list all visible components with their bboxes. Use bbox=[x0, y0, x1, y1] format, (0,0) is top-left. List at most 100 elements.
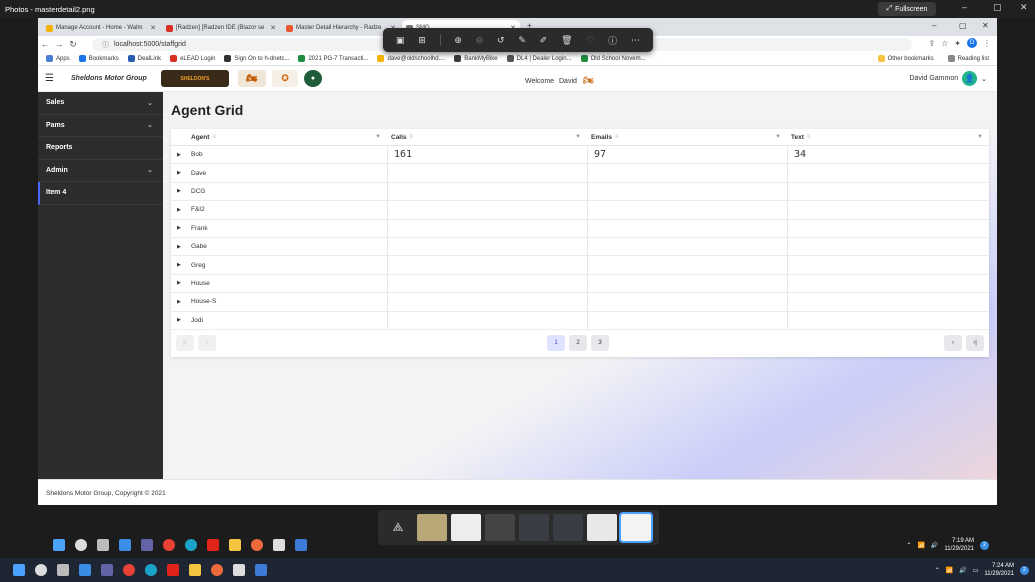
sidebar-item-item-4[interactable]: Item 4 bbox=[38, 182, 163, 205]
forward-icon[interactable]: → bbox=[52, 39, 66, 49]
sidebar-item-admin[interactable]: Admin ⌄ bbox=[38, 160, 163, 182]
chat-icon[interactable] bbox=[101, 564, 113, 576]
sidebar-item-pams[interactable]: Pams ⌄ bbox=[38, 115, 163, 137]
start-icon[interactable] bbox=[53, 539, 65, 551]
info-icon[interactable]: ⓘ bbox=[608, 34, 617, 47]
wifi-icon[interactable]: 📶 bbox=[946, 567, 953, 574]
table-row[interactable]: ▶ House-S bbox=[171, 293, 989, 312]
fullscreen-button[interactable]: ⤢ Fullscreen bbox=[878, 2, 936, 16]
other-bookmarks[interactable]: Other bookmarks bbox=[877, 55, 934, 62]
start-icon[interactable] bbox=[13, 564, 25, 576]
bookmark-item[interactable]: Old School Novem... bbox=[580, 55, 646, 62]
edge-icon[interactable] bbox=[185, 539, 197, 551]
bookmark-item[interactable]: Bookmarks bbox=[78, 55, 119, 62]
thumbnail[interactable] bbox=[451, 514, 481, 541]
app-icon[interactable] bbox=[273, 539, 285, 551]
reading-list[interactable]: Reading list bbox=[947, 55, 989, 62]
notification-badge[interactable]: 2 bbox=[980, 540, 989, 550]
chrome-icon[interactable] bbox=[163, 539, 175, 551]
widgets-icon[interactable] bbox=[119, 539, 131, 551]
chat-icon[interactable] bbox=[141, 539, 153, 551]
column-header-text[interactable]: Text ≡ ▼ bbox=[791, 129, 989, 145]
expand-row-icon[interactable]: ▶ bbox=[177, 275, 181, 292]
expand-row-icon[interactable]: ▶ bbox=[177, 183, 181, 200]
thumbnail[interactable] bbox=[417, 514, 447, 541]
star-icon[interactable]: ☆ bbox=[941, 39, 948, 48]
sort-icon[interactable]: ≡ bbox=[410, 134, 414, 140]
first-page-button[interactable]: |‹ bbox=[176, 335, 194, 351]
chrome-icon[interactable] bbox=[123, 564, 135, 576]
maximize-icon[interactable]: ▢ bbox=[993, 2, 1002, 13]
browser-tab[interactable]: [Radzen] [Radzen IDE (Blazor se ✕ bbox=[162, 20, 280, 36]
sort-icon[interactable]: ≡ bbox=[212, 134, 216, 140]
expand-row-icon[interactable]: ▶ bbox=[177, 220, 181, 237]
chevron-up-icon[interactable]: ⌃ bbox=[906, 542, 911, 549]
table-row[interactable]: ▶ Bob 161 97 34 bbox=[171, 146, 989, 165]
extensions-icon[interactable]: ✦ bbox=[954, 39, 961, 48]
app-icon[interactable] bbox=[255, 564, 267, 576]
bookmark-item[interactable]: dave@oldschoolhd.... bbox=[377, 55, 445, 62]
volume-icon[interactable]: 🔊 bbox=[931, 542, 938, 549]
column-header-agent[interactable]: Agent ≡ ▼ bbox=[191, 129, 387, 145]
table-row[interactable]: ▶ F&I2 bbox=[171, 201, 989, 220]
sort-icon[interactable]: ≡ bbox=[615, 134, 619, 140]
zoom-out-icon[interactable]: ⊖ bbox=[476, 35, 484, 46]
file-explorer-icon[interactable] bbox=[229, 539, 241, 551]
back-icon[interactable]: ← bbox=[38, 39, 52, 49]
browser-minimize-icon[interactable]: – bbox=[932, 21, 936, 30]
filter-icon[interactable]: ▼ bbox=[375, 134, 381, 140]
sort-icon[interactable]: ≡ bbox=[807, 134, 811, 140]
app-icon[interactable] bbox=[295, 539, 307, 551]
expand-row-icon[interactable]: ▶ bbox=[177, 293, 181, 310]
table-row[interactable]: ▶ Gabe bbox=[171, 238, 989, 257]
thumbnail[interactable] bbox=[485, 514, 515, 541]
table-row[interactable]: ▶ House bbox=[171, 275, 989, 294]
edge-icon[interactable] bbox=[145, 564, 157, 576]
browser-tab[interactable]: Manage Account - Home - Walm ✕ bbox=[42, 20, 160, 36]
app-icon[interactable] bbox=[233, 564, 245, 576]
file-explorer-icon[interactable] bbox=[189, 564, 201, 576]
favorite-icon[interactable]: ♡ bbox=[586, 35, 594, 46]
reload-icon[interactable]: ↻ bbox=[66, 39, 80, 50]
expand-row-icon[interactable]: ▶ bbox=[177, 238, 181, 255]
share-icon[interactable]: ⇪ bbox=[928, 39, 935, 48]
expand-row-icon[interactable]: ▶ bbox=[177, 201, 181, 218]
thumbnail[interactable] bbox=[553, 514, 583, 541]
search-icon[interactable] bbox=[75, 539, 87, 551]
app-icon[interactable] bbox=[211, 564, 223, 576]
page-button-3[interactable]: 3 bbox=[591, 335, 609, 351]
menu-icon[interactable]: ⋮ bbox=[983, 39, 991, 48]
chevron-up-icon[interactable]: ⌃ bbox=[935, 567, 940, 574]
user-menu[interactable]: David Gammon 👤 ⌄ bbox=[909, 71, 987, 86]
bookmark-item[interactable]: Sign On to h-dnetc... bbox=[224, 55, 289, 62]
add-to-album-icon[interactable]: ⊞ bbox=[418, 35, 426, 46]
profile-icon[interactable]: D bbox=[967, 38, 977, 48]
table-row[interactable]: ▶ Greg bbox=[171, 256, 989, 275]
widgets-icon[interactable] bbox=[79, 564, 91, 576]
app-icon[interactable] bbox=[167, 564, 179, 576]
hamburger-icon[interactable]: ☰ bbox=[45, 73, 54, 84]
filter-icon[interactable]: ▼ bbox=[775, 134, 781, 140]
app-icon[interactable] bbox=[207, 539, 219, 551]
bookmark-item[interactable]: DealLink bbox=[127, 55, 161, 62]
page-button-2[interactable]: 2 bbox=[569, 335, 587, 351]
sidebar-item-sales[interactable]: Sales ⌄ bbox=[38, 92, 163, 115]
bookmark-item[interactable]: DL4 | Dealer Login... bbox=[506, 55, 572, 62]
table-row[interactable]: ▶ Frank bbox=[171, 219, 989, 238]
notification-badge[interactable]: 2 bbox=[1020, 565, 1029, 575]
page-button-1[interactable]: 1 bbox=[547, 335, 565, 351]
browser-close-icon[interactable]: ✕ bbox=[982, 21, 989, 30]
expand-row-icon[interactable]: ▶ bbox=[177, 312, 181, 329]
table-row[interactable]: ▶ Dave bbox=[171, 164, 989, 183]
more-icon[interactable]: ⋯ bbox=[631, 35, 640, 46]
thumbnail[interactable] bbox=[587, 514, 617, 541]
tab-close-icon[interactable]: ✕ bbox=[270, 24, 276, 32]
browser-maximize-icon[interactable]: ▢ bbox=[959, 21, 967, 30]
wifi-icon[interactable]: 📶 bbox=[917, 542, 924, 549]
tab-close-icon[interactable]: ✕ bbox=[150, 24, 156, 32]
expand-row-icon[interactable]: ▶ bbox=[177, 164, 181, 181]
task-view-icon[interactable] bbox=[57, 564, 69, 576]
expand-row-icon[interactable]: ▶ bbox=[177, 146, 181, 163]
clock[interactable]: 7:24 AM 11/29/2021 bbox=[984, 562, 1014, 578]
bookmark-item[interactable]: BankMyBike bbox=[454, 55, 498, 62]
